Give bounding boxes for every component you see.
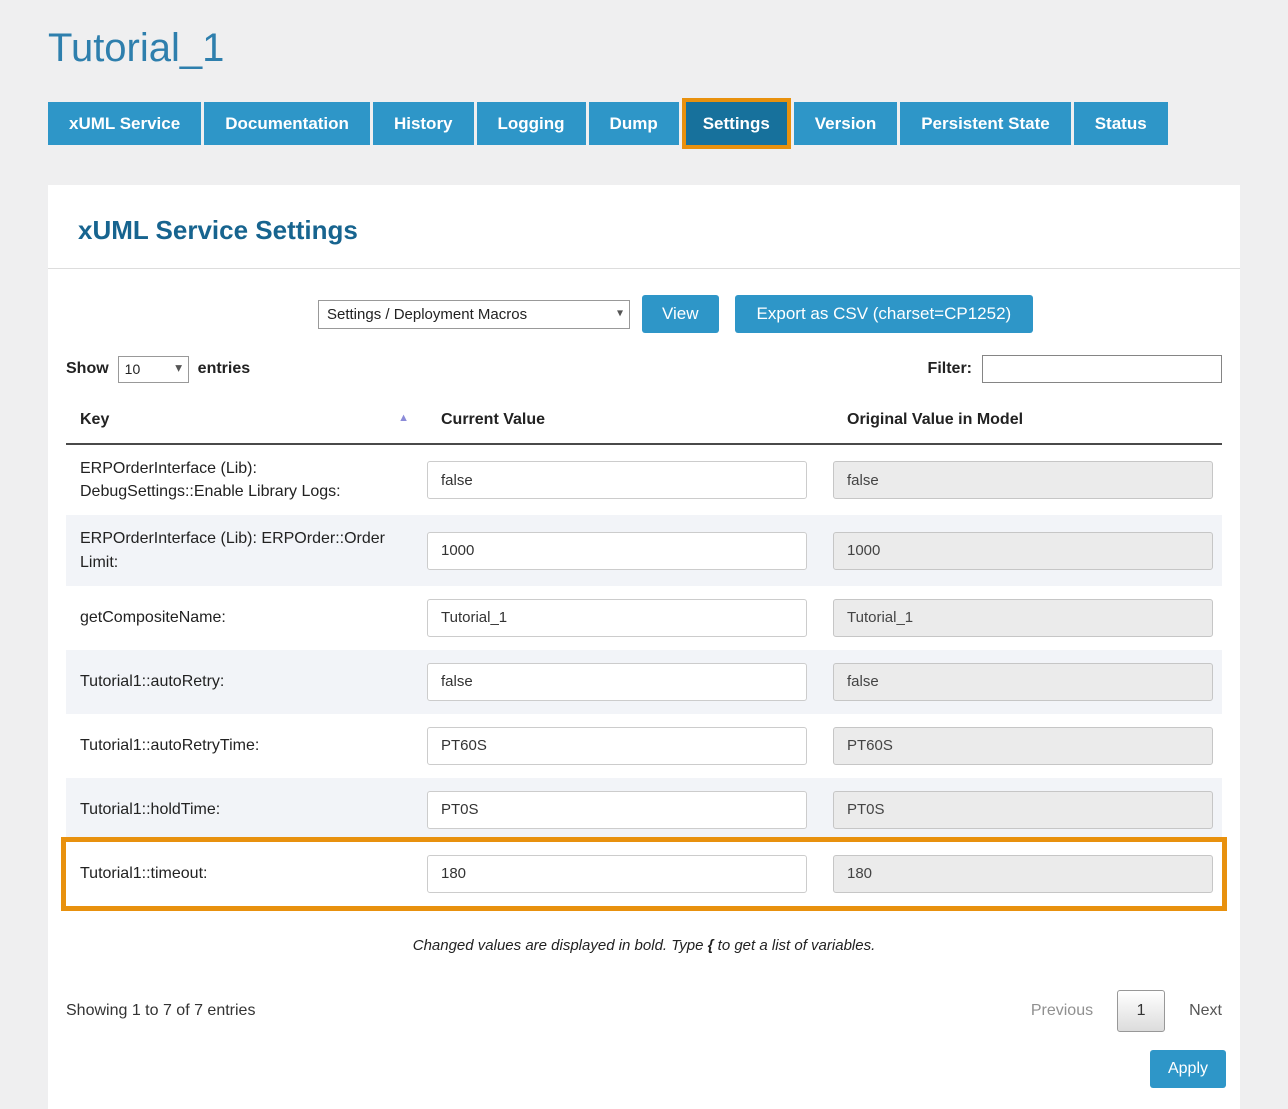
current-value-input[interactable] — [427, 855, 807, 893]
current-value-input[interactable] — [427, 791, 807, 829]
original-value-input — [833, 461, 1213, 499]
row-key-label: Tutorial1::autoRetry: — [66, 658, 427, 705]
panel-heading: xUML Service Settings — [48, 185, 1240, 268]
apply-button[interactable]: Apply — [1150, 1050, 1226, 1088]
table-row: getCompositeName: — [66, 586, 1222, 650]
entries-per-page-control: Show 10 ▾ entries — [66, 356, 250, 383]
settings-table: Key ▲ Current Value Original Value in Mo… — [66, 399, 1222, 907]
current-value-input[interactable] — [427, 727, 807, 765]
table-body: ERPOrderInterface (Lib): DebugSettings::… — [66, 445, 1222, 907]
view-controls: Settings / Deployment Macros ▾ View Expo… — [318, 295, 1240, 333]
column-header-current-value[interactable]: Current Value — [427, 399, 833, 443]
current-value-input[interactable] — [427, 599, 807, 637]
apply-row: Apply — [62, 1050, 1226, 1088]
table-footer: Showing 1 to 7 of 7 entries Previous 1 N… — [66, 990, 1222, 1032]
table-row: Tutorial1::holdTime: — [66, 778, 1222, 842]
entries-select-wrap: 10 ▾ — [118, 356, 189, 383]
tab-version[interactable]: Version — [794, 102, 897, 145]
current-value-input[interactable] — [427, 532, 807, 570]
current-value-input[interactable] — [427, 461, 807, 499]
tab-settings[interactable]: Settings — [682, 98, 791, 149]
column-header-original-value[interactable]: Original Value in Model — [833, 399, 1222, 443]
table-row-highlighted: Tutorial1::timeout: — [66, 842, 1222, 906]
row-key-label: Tutorial1::timeout: — [66, 850, 427, 897]
table-row: ERPOrderInterface (Lib): ERPOrder::Order… — [66, 515, 1222, 585]
tab-logging[interactable]: Logging — [477, 102, 586, 145]
table-header: Key ▲ Current Value Original Value in Mo… — [66, 399, 1222, 445]
show-label: Show — [66, 360, 109, 378]
table-row: ERPOrderInterface (Lib): DebugSettings::… — [66, 445, 1222, 515]
original-value-input — [833, 727, 1213, 765]
filter-control: Filter: — [928, 355, 1222, 383]
tab-xuml-service[interactable]: xUML Service — [48, 102, 201, 145]
original-value-input — [833, 791, 1213, 829]
entries-label: entries — [198, 360, 250, 378]
original-value-input — [833, 599, 1213, 637]
tab-bar: xUML Service Documentation History Loggi… — [48, 98, 1288, 149]
filter-input[interactable] — [982, 355, 1222, 383]
page-title: Tutorial_1 — [0, 0, 1288, 71]
tab-status[interactable]: Status — [1074, 102, 1168, 145]
original-value-input — [833, 532, 1213, 570]
pagination-page-1[interactable]: 1 — [1117, 990, 1165, 1032]
table-info: Showing 1 to 7 of 7 entries — [66, 1002, 255, 1020]
column-header-key[interactable]: Key ▲ — [66, 399, 427, 443]
original-value-input — [833, 663, 1213, 701]
original-value-input — [833, 855, 1213, 893]
current-value-input[interactable] — [427, 663, 807, 701]
export-csv-button[interactable]: Export as CSV (charset=CP1252) — [735, 295, 1034, 333]
divider — [48, 268, 1240, 269]
note-text: Changed values are displayed in bold. Ty… — [48, 937, 1240, 954]
row-key-label: ERPOrderInterface (Lib): ERPOrder::Order… — [66, 515, 427, 585]
row-key-label: Tutorial1::autoRetryTime: — [66, 722, 427, 769]
tab-documentation[interactable]: Documentation — [204, 102, 370, 145]
row-key-label: ERPOrderInterface (Lib): DebugSettings::… — [66, 445, 427, 515]
sort-ascending-icon: ▲ — [398, 412, 409, 424]
table-row: Tutorial1::autoRetryTime: — [66, 714, 1222, 778]
view-mode-select[interactable]: Settings / Deployment Macros — [318, 300, 630, 329]
length-filter-row: Show 10 ▾ entries Filter: — [66, 355, 1222, 383]
view-button[interactable]: View — [642, 295, 719, 333]
filter-label: Filter: — [928, 360, 972, 378]
tab-history[interactable]: History — [373, 102, 474, 145]
pagination-next[interactable]: Next — [1189, 1002, 1222, 1020]
page: Tutorial_1 xUML Service Documentation Hi… — [0, 0, 1288, 1109]
pagination-previous[interactable]: Previous — [1031, 1002, 1093, 1020]
view-mode-select-wrap: Settings / Deployment Macros ▾ — [318, 300, 630, 329]
entries-per-page-select[interactable]: 10 — [118, 356, 189, 383]
pagination: Previous 1 Next — [1031, 990, 1222, 1032]
settings-panel: xUML Service Settings Settings / Deploym… — [48, 185, 1240, 1109]
tab-persistent-state[interactable]: Persistent State — [900, 102, 1071, 145]
tab-dump[interactable]: Dump — [589, 102, 679, 145]
row-key-label: getCompositeName: — [66, 594, 427, 641]
table-row: Tutorial1::autoRetry: — [66, 650, 1222, 714]
row-key-label: Tutorial1::holdTime: — [66, 786, 427, 833]
